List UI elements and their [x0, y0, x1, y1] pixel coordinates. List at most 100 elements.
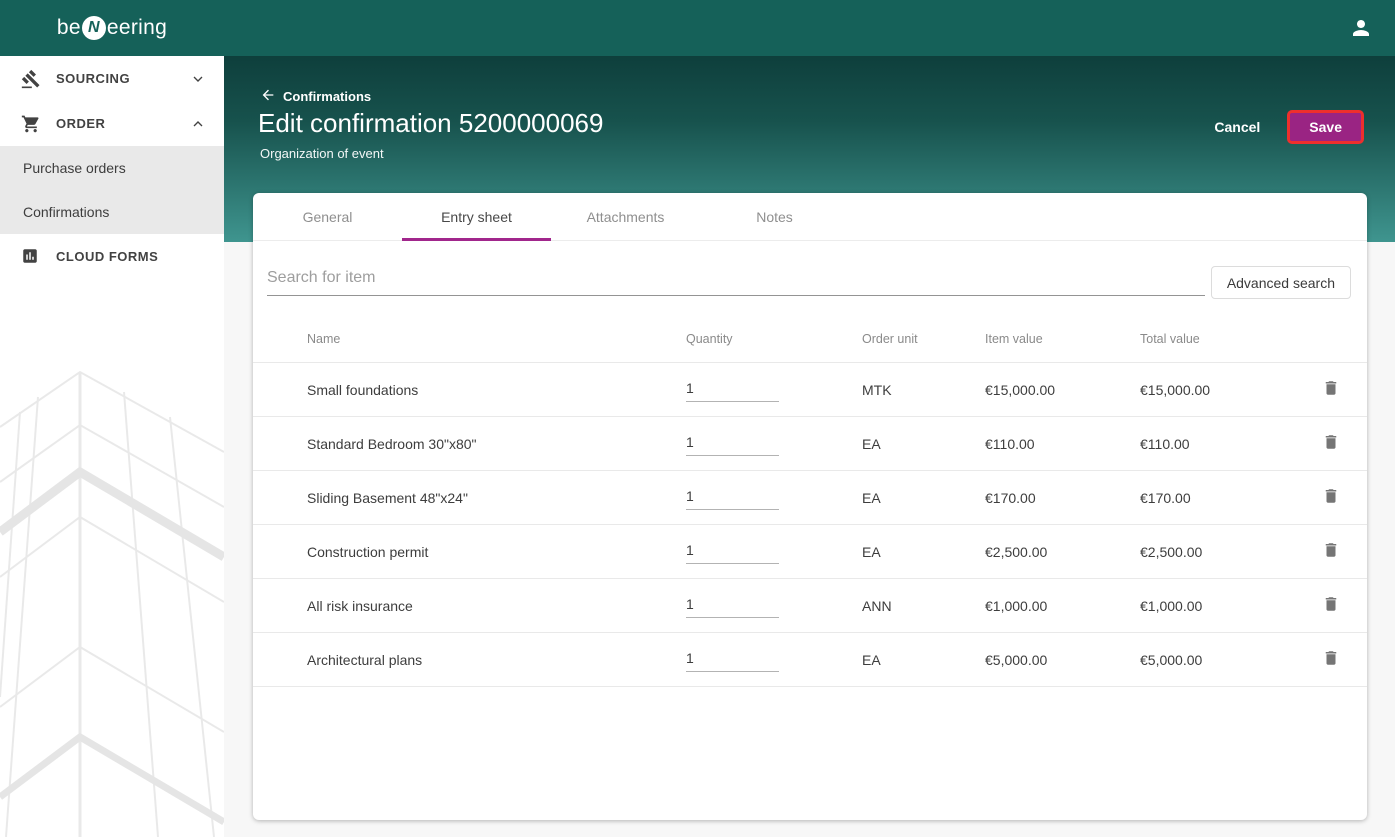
trash-icon — [1322, 489, 1340, 508]
back-link-label: Confirmations — [283, 89, 372, 104]
search-section: Advanced search — [253, 241, 1367, 315]
cart-icon — [21, 114, 41, 134]
app-logo: be Neering — [0, 0, 224, 56]
quantity-input[interactable] — [686, 377, 779, 402]
delete-row-button[interactable] — [1318, 375, 1344, 404]
total-value: €1,000.00 — [1140, 597, 1203, 614]
delete-row-button[interactable] — [1318, 429, 1344, 458]
item-value: €5,000.00 — [985, 651, 1048, 668]
table-body: Small foundations MTK €15,000.00 €15,000… — [253, 363, 1367, 687]
search-input[interactable] — [267, 265, 1205, 296]
trash-icon — [1322, 435, 1340, 454]
confirmation-card: General Entry sheet Attachments Notes Ad… — [253, 193, 1367, 820]
account-button[interactable] — [1349, 16, 1373, 40]
quantity-cell — [686, 431, 862, 456]
table-row: Sliding Basement 48"x24" EA €170.00 €170… — [253, 471, 1367, 525]
table-row: All risk insurance ANN €1,000.00 €1,000.… — [253, 579, 1367, 633]
bar-chart-icon — [21, 247, 41, 267]
sidebar-item-label: SOURCING — [56, 71, 131, 86]
order-submenu: Purchase orders Confirmations — [0, 146, 224, 234]
table-row: Architectural plans EA €5,000.00 €5,000.… — [253, 633, 1367, 687]
logo-n-icon: N — [81, 16, 106, 40]
delete-row-button[interactable] — [1318, 645, 1344, 674]
person-icon — [1349, 20, 1373, 43]
item-name: Architectural plans — [307, 651, 423, 668]
trash-icon — [1322, 597, 1340, 616]
sidebar-item-confirmations[interactable]: Confirmations — [0, 190, 224, 234]
quantity-input[interactable] — [686, 431, 779, 456]
quantity-cell — [686, 377, 862, 402]
trash-icon — [1322, 543, 1340, 562]
sidebar-item-sourcing[interactable]: SOURCING — [0, 56, 224, 101]
save-button[interactable]: Save — [1287, 110, 1364, 144]
delete-row-button[interactable] — [1318, 591, 1344, 620]
advanced-search-button[interactable]: Advanced search — [1210, 266, 1351, 299]
column-header-order-unit: Order unit — [862, 331, 918, 346]
item-name: Sliding Basement 48"x24" — [307, 489, 468, 506]
order-unit: EA — [862, 651, 881, 668]
item-name: Construction permit — [307, 543, 429, 560]
sidebar-item-label: ORDER — [56, 116, 106, 131]
order-unit: ANN — [862, 597, 892, 614]
item-value: €2,500.00 — [985, 543, 1048, 560]
page-subtitle: Organization of event — [260, 146, 384, 161]
top-app-bar: be Neering — [0, 0, 1395, 56]
order-unit: MTK — [862, 381, 892, 398]
sidebar-item-cloud-forms[interactable]: CLOUD FORMS — [0, 234, 224, 279]
building-background-image — [0, 370, 224, 837]
chevron-up-icon — [190, 116, 206, 132]
tab-attachments[interactable]: Attachments — [551, 193, 700, 240]
table-header: Name Quantity Order unit Item value Tota… — [253, 315, 1367, 363]
tab-entry-sheet[interactable]: Entry sheet — [402, 193, 551, 241]
quantity-input[interactable] — [686, 539, 779, 564]
column-header-name: Name — [307, 331, 341, 346]
sidebar: SOURCING ORDER Purchase orders Confirmat… — [0, 56, 224, 837]
sidebar-item-order[interactable]: ORDER — [0, 101, 224, 146]
sidebar-subitem-label: Confirmations — [23, 204, 110, 220]
tab-general[interactable]: General — [253, 193, 402, 240]
quantity-input[interactable] — [686, 593, 779, 618]
quantity-cell — [686, 647, 862, 672]
order-unit: EA — [862, 435, 881, 452]
cancel-button[interactable]: Cancel — [1214, 119, 1260, 135]
total-value: €170.00 — [1140, 489, 1191, 506]
sidebar-item-purchase-orders[interactable]: Purchase orders — [0, 146, 224, 190]
header-actions: Cancel Save — [1214, 110, 1364, 144]
delete-row-button[interactable] — [1318, 537, 1344, 566]
total-value: €2,500.00 — [1140, 543, 1203, 560]
chevron-down-icon — [190, 71, 206, 87]
delete-row-button[interactable] — [1318, 483, 1344, 512]
item-name: All risk insurance — [307, 597, 413, 614]
trash-icon — [1322, 651, 1340, 670]
sidebar-nav: SOURCING ORDER Purchase orders Confirmat… — [0, 56, 224, 279]
main-content: Confirmations Edit confirmation 52000000… — [224, 56, 1395, 837]
total-value: €15,000.00 — [1140, 381, 1211, 398]
table-row: Standard Bedroom 30"x80" EA €110.00 €110… — [253, 417, 1367, 471]
item-value: €1,000.00 — [985, 597, 1048, 614]
column-header-total-value: Total value — [1140, 331, 1200, 346]
quantity-cell — [686, 485, 862, 510]
page-title: Edit confirmation 5200000069 — [258, 108, 604, 138]
trash-icon — [1322, 381, 1340, 400]
table-row: Construction permit EA €2,500.00 €2,500.… — [253, 525, 1367, 579]
quantity-input[interactable] — [686, 485, 779, 510]
item-name: Small foundations — [307, 381, 419, 398]
table-row: Small foundations MTK €15,000.00 €15,000… — [253, 363, 1367, 417]
sidebar-subitem-label: Purchase orders — [23, 160, 126, 176]
logo-text-pre: be — [56, 16, 81, 39]
total-value: €110.00 — [1140, 435, 1190, 452]
arrow-left-icon — [260, 87, 276, 106]
column-header-item-value: Item value — [985, 331, 1043, 346]
logo-text-post: eering — [106, 16, 168, 39]
sidebar-item-label: CLOUD FORMS — [56, 249, 159, 264]
total-value: €5,000.00 — [1140, 651, 1203, 668]
quantity-cell — [686, 593, 862, 618]
order-unit: EA — [862, 543, 881, 560]
tab-bar: General Entry sheet Attachments Notes — [253, 193, 1367, 241]
quantity-cell — [686, 539, 862, 564]
item-name: Standard Bedroom 30"x80" — [307, 435, 477, 452]
tab-notes[interactable]: Notes — [700, 193, 849, 240]
quantity-input[interactable] — [686, 647, 779, 672]
back-link[interactable]: Confirmations — [260, 87, 371, 106]
order-unit: EA — [862, 489, 881, 506]
